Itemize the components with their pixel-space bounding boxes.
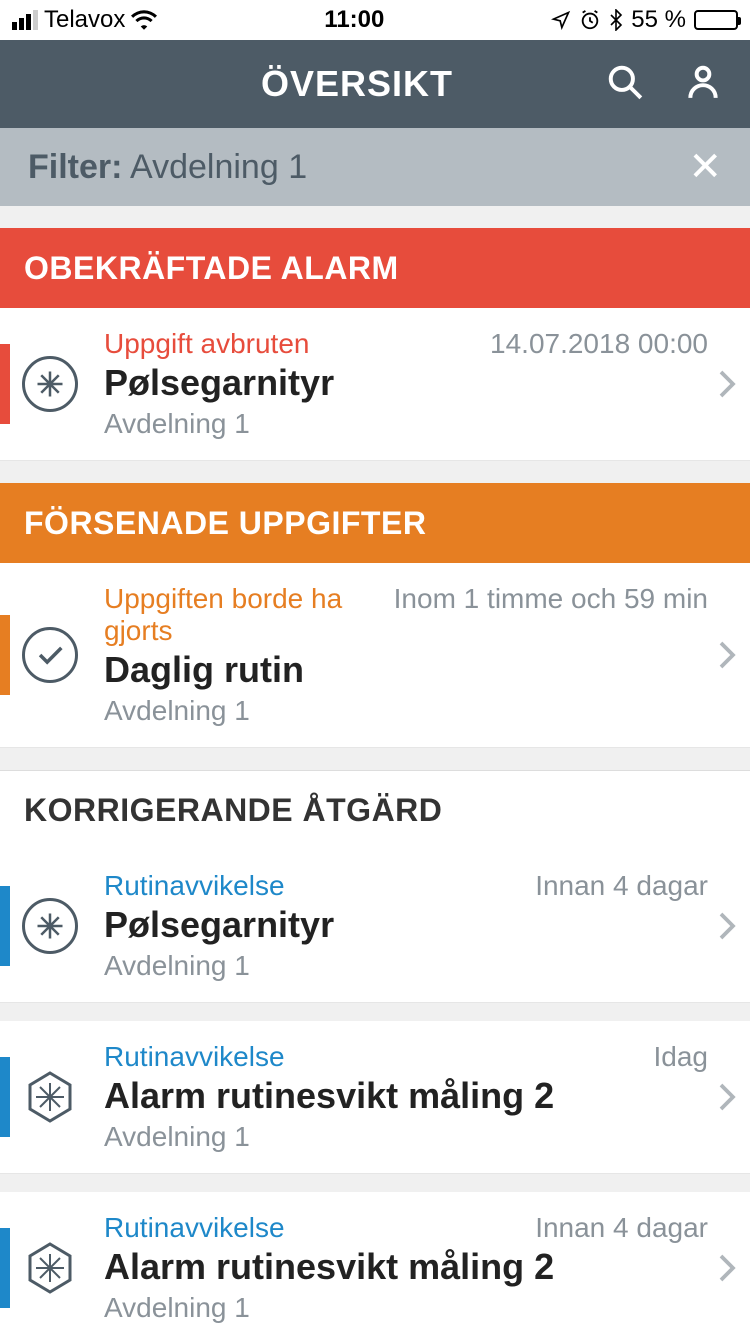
status-time: 11:00 — [324, 6, 384, 34]
search-icon[interactable] — [606, 63, 644, 106]
battery-icon — [694, 10, 738, 30]
page-title: ÖVERSIKT — [108, 63, 606, 105]
status-bar: Telavox 11:00 55 % — [0, 0, 750, 40]
filter-value: Avdelning 1 — [130, 148, 307, 186]
item-time: Innan 4 dagar — [535, 870, 708, 902]
filter-text: Filter: Avdelning 1 — [28, 148, 307, 187]
item-body: Rutinavvikelse Innan 4 dagar Alarm rutin… — [104, 1212, 708, 1324]
status-left: Telavox — [12, 6, 157, 34]
alarm-item[interactable]: Uppgift avbruten 14.07.2018 00:00 Pølseg… — [0, 308, 750, 461]
item-time: Idag — [654, 1041, 709, 1073]
item-time: Innan 4 dagar — [535, 1212, 708, 1244]
item-body: Uppgiften borde ha gjorts Inom 1 timme o… — [104, 583, 708, 727]
accent-bar — [0, 344, 10, 424]
app-header: ÖVERSIKT — [0, 40, 750, 128]
battery-percent: 55 % — [631, 6, 686, 34]
accent-bar — [0, 886, 10, 966]
accent-bar — [0, 1057, 10, 1137]
snowflake-icon — [22, 356, 78, 412]
item-tag: Uppgiften borde ha gjorts — [104, 583, 382, 647]
item-tag: Rutinavvikelse — [104, 1212, 285, 1244]
item-subtitle: Avdelning 1 — [104, 695, 708, 727]
section-unconfirmed-heading: OBEKRÄFTADE ALARM — [0, 228, 750, 308]
snowflake-hex-icon — [22, 1240, 78, 1296]
chevron-right-icon — [718, 369, 736, 399]
carrier-label: Telavox — [44, 6, 125, 34]
section-overdue-heading: FÖRSENADE UPPGIFTER — [0, 483, 750, 563]
signal-icon — [12, 10, 38, 30]
item-body: Rutinavvikelse Innan 4 dagar Pølsegarnit… — [104, 870, 708, 982]
corrective-item[interactable]: Rutinavvikelse Idag Alarm rutinesvikt må… — [0, 1021, 750, 1174]
item-title: Pølsegarnityr — [104, 904, 708, 946]
snowflake-hex-icon — [22, 1069, 78, 1125]
snowflake-icon — [22, 898, 78, 954]
chevron-right-icon — [718, 911, 736, 941]
location-arrow-icon — [551, 10, 571, 30]
filter-bar[interactable]: Filter: Avdelning 1 ✕ — [0, 128, 750, 206]
gap — [0, 461, 750, 483]
accent-bar — [0, 1228, 10, 1308]
item-time: Inom 1 timme och 59 min — [394, 583, 708, 615]
profile-icon[interactable] — [684, 63, 722, 106]
item-tag: Rutinavvikelse — [104, 1041, 285, 1073]
checkmark-icon — [22, 627, 78, 683]
status-right: 55 % — [551, 6, 738, 34]
item-tag: Uppgift avbruten — [104, 328, 309, 360]
item-body: Uppgift avbruten 14.07.2018 00:00 Pølseg… — [104, 328, 708, 440]
item-body: Rutinavvikelse Idag Alarm rutinesvikt må… — [104, 1041, 708, 1153]
alarm-clock-icon — [579, 9, 601, 31]
filter-label: Filter: — [28, 148, 122, 186]
corrective-item[interactable]: Rutinavvikelse Innan 4 dagar Pølsegarnit… — [0, 850, 750, 1003]
chevron-right-icon — [718, 640, 736, 670]
item-subtitle: Avdelning 1 — [104, 1292, 708, 1324]
wifi-icon — [131, 10, 157, 30]
overdue-item[interactable]: Uppgiften borde ha gjorts Inom 1 timme o… — [0, 563, 750, 748]
item-subtitle: Avdelning 1 — [104, 950, 708, 982]
corrective-item[interactable]: Rutinavvikelse Innan 4 dagar Alarm rutin… — [0, 1192, 750, 1344]
item-tag: Rutinavvikelse — [104, 870, 285, 902]
bluetooth-icon — [609, 9, 623, 31]
chevron-right-icon — [718, 1082, 736, 1112]
section-corrective-heading: KORRIGERANDE ÅTGÄRD — [0, 770, 750, 850]
gap — [0, 1174, 750, 1192]
item-subtitle: Avdelning 1 — [104, 408, 708, 440]
gap — [0, 748, 750, 770]
gap — [0, 206, 750, 228]
accent-bar — [0, 615, 10, 695]
item-title: Daglig rutin — [104, 649, 708, 691]
item-title: Alarm rutinesvikt måling 2 — [104, 1075, 708, 1117]
header-actions — [606, 63, 722, 106]
item-title: Alarm rutinesvikt måling 2 — [104, 1246, 708, 1288]
gap — [0, 1003, 750, 1021]
item-time: 14.07.2018 00:00 — [490, 328, 708, 360]
item-subtitle: Avdelning 1 — [104, 1121, 708, 1153]
chevron-right-icon — [718, 1253, 736, 1283]
item-title: Pølsegarnityr — [104, 362, 708, 404]
close-icon[interactable]: ✕ — [688, 144, 722, 190]
